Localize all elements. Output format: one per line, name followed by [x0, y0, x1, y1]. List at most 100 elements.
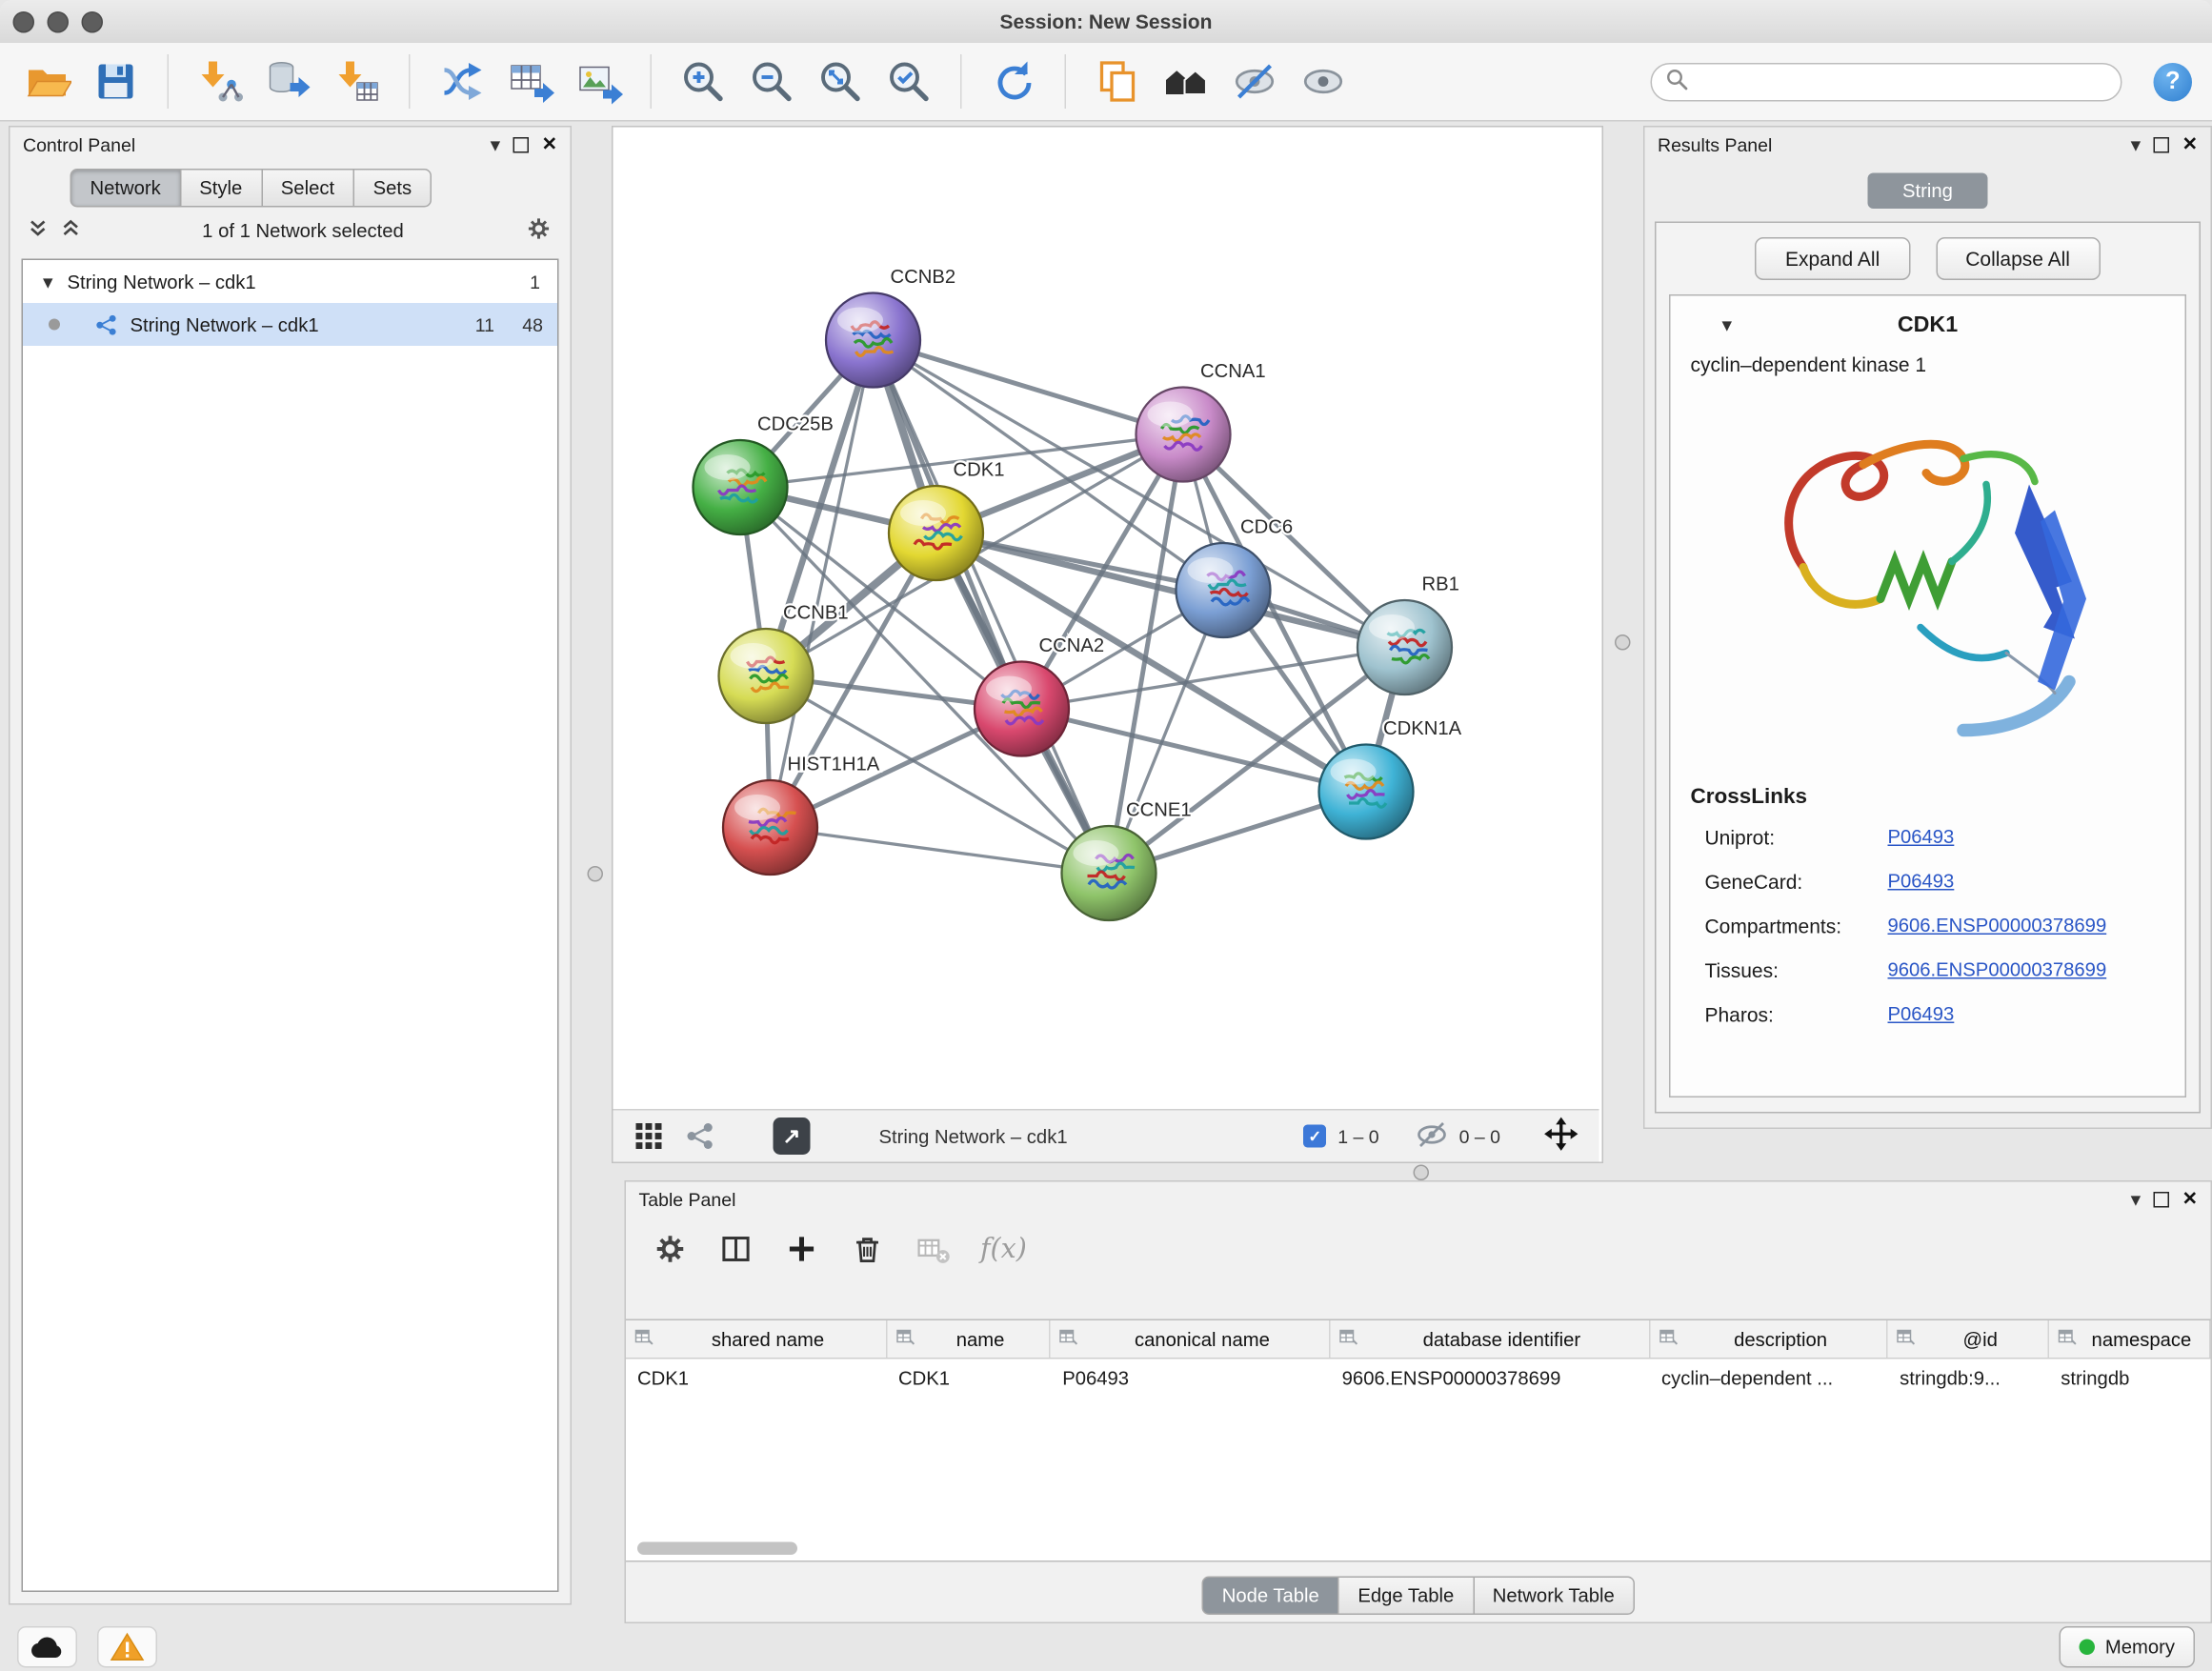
tab-edge-table[interactable]: Edge Table — [1337, 1577, 1474, 1616]
network-node-CCNA2[interactable] — [975, 662, 1069, 756]
selected-checkbox-icon[interactable]: ✓ — [1303, 1125, 1326, 1148]
network-edge[interactable] — [771, 828, 1110, 874]
network-node-CDKN1A[interactable] — [1319, 745, 1414, 839]
entry-collapse-icon[interactable]: ▾ — [1722, 314, 1733, 334]
column-header-namespace[interactable]: namespace — [2049, 1320, 2210, 1358]
fit-content-icon[interactable] — [1543, 1117, 1579, 1157]
network-node-CCNB2[interactable] — [826, 293, 920, 388]
table-row[interactable]: CDK1CDK1P064939606.ENSP00000378699cyclin… — [626, 1359, 2211, 1397]
table-cell[interactable]: stringdb:9... — [1888, 1359, 2049, 1397]
column-header-canonical-name[interactable]: canonical name — [1051, 1320, 1330, 1358]
crosslink-link[interactable]: P06493 — [1888, 871, 1955, 893]
network-canvas[interactable]: CCNB2CCNA1CDC25BCDK1CDC6RB1CCNB1CCNA2CDK… — [613, 128, 1599, 1107]
import-table-file-icon[interactable] — [331, 54, 385, 109]
save-session-icon[interactable] — [89, 54, 143, 109]
warning-icon[interactable] — [97, 1626, 157, 1668]
column-header-shared-name[interactable]: shared name — [626, 1320, 887, 1358]
crosslink-row: Pharos:P06493 — [1682, 992, 2174, 1037]
crosslink-link[interactable]: 9606.ENSP00000378699 — [1888, 915, 2107, 936]
tab-sets[interactable]: Sets — [353, 169, 432, 208]
tab-select[interactable]: Select — [261, 169, 354, 208]
maximize-panel-icon[interactable] — [2154, 136, 2170, 152]
table-gear-icon[interactable] — [652, 1231, 689, 1268]
close-panel-icon[interactable]: ✕ — [2182, 1188, 2198, 1211]
zoom-in-icon[interactable] — [676, 54, 731, 109]
table-cell[interactable]: CDK1 — [887, 1359, 1051, 1397]
column-header-database-identifier[interactable]: database identifier — [1331, 1320, 1650, 1358]
crosslink-link[interactable]: 9606.ENSP00000378699 — [1888, 959, 2107, 981]
horizontal-scrollbar[interactable] — [637, 1542, 797, 1556]
table-cell[interactable]: cyclin–dependent ... — [1650, 1359, 1888, 1397]
maximize-panel-icon[interactable] — [513, 136, 530, 152]
network-node-CDC25B[interactable] — [694, 440, 788, 534]
network-node-CCNE1[interactable] — [1062, 826, 1156, 920]
float-panel-icon[interactable]: ▾ — [2131, 1189, 2142, 1209]
table-cell[interactable]: P06493 — [1051, 1359, 1330, 1397]
network-node-CCNA1[interactable] — [1136, 388, 1231, 482]
tab-network[interactable]: Network — [70, 169, 181, 208]
network-node-RB1[interactable] — [1357, 600, 1452, 695]
zoom-out-icon[interactable] — [745, 54, 799, 109]
right-splitter-handle[interactable] — [1615, 634, 1631, 651]
network-share-icon[interactable] — [685, 1120, 716, 1152]
import-network-file-icon[interactable] — [193, 54, 248, 109]
column-header-name[interactable]: name — [887, 1320, 1051, 1358]
tab-string[interactable]: String — [1868, 173, 1988, 210]
delete-column-icon[interactable] — [849, 1231, 886, 1268]
network-node-CDK1[interactable] — [889, 486, 983, 580]
table-cell[interactable]: CDK1 — [626, 1359, 887, 1397]
horizontal-splitter-handle[interactable] — [1414, 1165, 1430, 1181]
export-image-icon[interactable] — [572, 54, 626, 109]
open-session-icon[interactable] — [20, 54, 74, 109]
zoom-selected-icon[interactable] — [882, 54, 936, 109]
cloud-icon[interactable] — [17, 1626, 77, 1668]
import-network-database-icon[interactable] — [262, 54, 316, 109]
collapse-all-button[interactable]: Collapse All — [1936, 237, 2101, 280]
help-icon[interactable]: ? — [2154, 62, 2193, 101]
search-input[interactable] — [1698, 70, 2106, 94]
close-panel-icon[interactable]: ✕ — [2182, 133, 2198, 156]
birdseye-toggle-icon[interactable]: ↗ — [774, 1117, 811, 1155]
hide-graphics-details-icon[interactable] — [1228, 54, 1282, 109]
expand-all-button[interactable]: Expand All — [1755, 237, 1909, 280]
table-cell[interactable]: 9606.ENSP00000378699 — [1331, 1359, 1650, 1397]
tree-row-collection[interactable]: ▾String Network – cdk11 — [23, 260, 557, 303]
update-network-icon[interactable] — [986, 54, 1040, 109]
left-splitter-handle[interactable] — [588, 866, 604, 882]
network-edge[interactable] — [874, 340, 1184, 434]
birdseye-view-icon[interactable] — [1159, 54, 1214, 109]
gear-icon[interactable] — [525, 213, 553, 247]
search-box[interactable] — [1651, 62, 2122, 101]
grid-view-icon[interactable] — [633, 1120, 665, 1152]
expand-all-icon[interactable] — [60, 217, 82, 243]
memory-button[interactable]: Memory — [2060, 1626, 2195, 1668]
column-header-description[interactable]: description — [1650, 1320, 1888, 1358]
show-graphics-details-icon[interactable] — [1297, 54, 1351, 109]
hidden-eye-icon[interactable] — [1417, 1118, 1448, 1155]
tree-row-network[interactable]: String Network – cdk11148 — [23, 303, 557, 346]
table-cell[interactable]: stringdb — [2049, 1359, 2210, 1397]
crosslink-link[interactable]: P06493 — [1888, 1003, 1955, 1025]
new-network-table-icon[interactable] — [503, 54, 557, 109]
collapse-all-icon[interactable] — [28, 217, 50, 243]
network-node-CCNB1[interactable] — [719, 629, 814, 723]
column-header--id[interactable]: @id — [1888, 1320, 2049, 1358]
float-panel-icon[interactable]: ▾ — [2131, 134, 2142, 154]
annotations-icon[interactable] — [1091, 54, 1145, 109]
float-panel-icon[interactable]: ▾ — [491, 134, 501, 154]
tab-node-table[interactable]: Node Table — [1202, 1577, 1339, 1616]
maximize-panel-icon[interactable] — [2154, 1191, 2170, 1207]
tree-expand-icon[interactable]: ▾ — [43, 272, 53, 292]
show-columns-icon[interactable] — [717, 1231, 754, 1268]
close-panel-icon[interactable]: ✕ — [542, 133, 557, 156]
network-node-CDC6[interactable] — [1176, 543, 1271, 637]
network-edge[interactable] — [874, 340, 1110, 874]
zoom-fit-icon[interactable] — [814, 54, 868, 109]
tab-network-table[interactable]: Network Table — [1473, 1577, 1635, 1616]
add-column-icon[interactable] — [783, 1231, 820, 1268]
tab-style[interactable]: Style — [179, 169, 262, 208]
network-node-HIST1H1A[interactable] — [723, 780, 817, 875]
clone-network-icon[interactable] — [434, 54, 489, 109]
network-edge[interactable] — [936, 534, 1405, 648]
crosslink-link[interactable]: P06493 — [1888, 826, 1955, 848]
